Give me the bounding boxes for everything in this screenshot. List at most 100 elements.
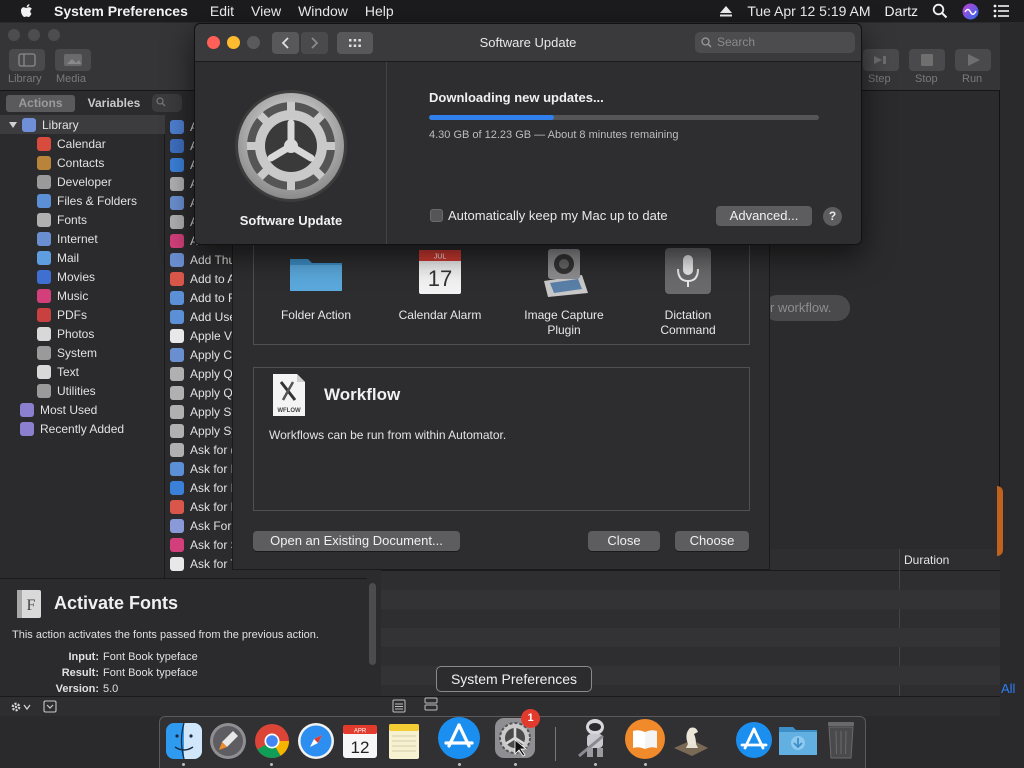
- library-category-row[interactable]: Calendar: [0, 134, 165, 153]
- app-store-icon[interactable]: [437, 716, 481, 760]
- calendar-icon[interactable]: APR 12: [341, 722, 379, 760]
- chess-icon[interactable]: [670, 718, 712, 760]
- library-category-row[interactable]: Music: [0, 286, 165, 305]
- automator-close-button[interactable]: [8, 29, 20, 41]
- notes-icon[interactable]: [385, 722, 423, 760]
- action-label: Apply Sy: [190, 423, 238, 438]
- media-button[interactable]: [55, 49, 91, 71]
- step-button[interactable]: [863, 49, 899, 71]
- workflow-graphic-edge: [997, 486, 1003, 556]
- notification-center-icon[interactable]: [993, 4, 1010, 18]
- finder-icon[interactable]: [165, 722, 203, 760]
- pane-name: Software Update: [239, 213, 343, 228]
- library-root-row[interactable]: Library: [0, 115, 165, 134]
- books-icon[interactable]: [624, 718, 666, 760]
- spotlight-icon[interactable]: [932, 3, 948, 19]
- search-placeholder: Search: [717, 35, 756, 49]
- library-category-row[interactable]: Fonts: [0, 210, 165, 229]
- duration-column-header[interactable]: Duration: [904, 553, 949, 567]
- trash-icon[interactable]: [824, 720, 858, 760]
- library-category-row[interactable]: Photos: [0, 324, 165, 343]
- description-toggle-icon[interactable]: [43, 700, 57, 713]
- app-store-folder-icon[interactable]: [734, 720, 774, 760]
- preferences-search-field[interactable]: Search: [695, 32, 855, 53]
- advanced-button[interactable]: Advanced...: [716, 206, 812, 226]
- template-calendar-alarm[interactable]: JUL 17 Calendar Alarm: [378, 245, 502, 345]
- open-existing-document-button[interactable]: Open an Existing Document...: [253, 531, 460, 551]
- choose-button[interactable]: Choose: [675, 531, 749, 551]
- menu-edit[interactable]: Edit: [210, 3, 234, 19]
- smart-group-row[interactable]: Most Used: [0, 400, 165, 419]
- dock-calendar-day: 12: [351, 738, 370, 757]
- library-category-row[interactable]: Internet: [0, 229, 165, 248]
- template-dictation-command[interactable]: Dictation Command: [626, 245, 750, 345]
- app-menu-system-preferences[interactable]: System Preferences: [54, 3, 188, 19]
- calendar-month: JUL: [434, 254, 447, 261]
- tab-variables[interactable]: Variables: [78, 95, 150, 112]
- library-category-row[interactable]: Utilities: [0, 381, 165, 400]
- menu-view[interactable]: View: [251, 3, 281, 19]
- tab-actions[interactable]: Actions: [6, 95, 75, 112]
- close-button[interactable]: Close: [588, 531, 660, 551]
- action-icon: [170, 366, 184, 381]
- apple-menu-icon[interactable]: [18, 2, 36, 20]
- library-search-field[interactable]: Na: [152, 94, 182, 112]
- library-category-row[interactable]: Contacts: [0, 153, 165, 172]
- eject-icon[interactable]: [719, 4, 733, 18]
- library-toggle-button[interactable]: [9, 49, 45, 71]
- action-result-row: Result: Font Book typeface: [0, 667, 198, 679]
- siri-icon[interactable]: [962, 3, 979, 20]
- play-icon: [968, 54, 980, 66]
- variables-view-icon[interactable]: [424, 697, 438, 711]
- stop-button[interactable]: [909, 49, 945, 71]
- workflow-hint-bubble: r workflow.: [764, 295, 850, 321]
- list-view-icon[interactable]: [392, 699, 406, 713]
- result-label: Result:: [61, 667, 99, 679]
- run-button[interactable]: [955, 49, 991, 71]
- template-grid: Folder Action JUL 17 Calendar Alarm Image…: [253, 245, 750, 345]
- menu-help[interactable]: Help: [365, 3, 394, 19]
- library-category-row[interactable]: Files & Folders: [0, 191, 165, 210]
- automator-minimize-button[interactable]: [28, 29, 40, 41]
- menubar-user[interactable]: Dartz: [885, 3, 918, 19]
- template-folder-action[interactable]: Folder Action: [254, 245, 378, 345]
- running-indicator: [644, 763, 647, 766]
- disclosure-triangle-icon[interactable]: [6, 120, 20, 130]
- action-icon: [170, 442, 184, 457]
- library-category-row[interactable]: Movies: [0, 267, 165, 286]
- search-icon: [156, 97, 166, 107]
- library-category-row[interactable]: System: [0, 343, 165, 362]
- action-label: Apply Q: [190, 366, 233, 381]
- action-label: Apple Ve: [190, 328, 239, 343]
- help-button[interactable]: ?: [823, 207, 842, 226]
- launchpad-icon[interactable]: [209, 722, 247, 760]
- library-category-row[interactable]: Mail: [0, 248, 165, 267]
- utilities-icon: [37, 383, 51, 398]
- library-category-row[interactable]: Developer: [0, 172, 165, 191]
- library-category-label: Files & Folders: [57, 193, 138, 208]
- gear-icon[interactable]: [9, 700, 31, 714]
- library-category-row[interactable]: PDFs: [0, 305, 165, 324]
- automator-icon[interactable]: [573, 716, 617, 760]
- library-category-label: Mail: [57, 250, 80, 265]
- template-label: Dictation Command: [660, 308, 716, 337]
- safari-icon[interactable]: [297, 722, 335, 760]
- downloads-folder-icon[interactable]: [777, 721, 819, 759]
- workflow-description: Workflows can be run from within Automat…: [269, 428, 507, 442]
- software-update-gear-icon: [235, 90, 347, 202]
- pane-scrollbar[interactable]: [369, 583, 376, 665]
- library-category-label: Fonts: [57, 212, 88, 227]
- menubar-clock[interactable]: Tue Apr 12 5:19 AM: [747, 3, 870, 19]
- template-image-capture-plugin[interactable]: Image Capture Plugin: [502, 245, 626, 345]
- auto-update-label[interactable]: Automatically keep my Mac up to date: [448, 208, 668, 223]
- action-icon: [170, 480, 184, 495]
- library-category-row[interactable]: Text: [0, 362, 165, 381]
- automator-zoom-button[interactable]: [48, 29, 60, 41]
- menu-window[interactable]: Window: [298, 3, 348, 19]
- chrome-icon[interactable]: [253, 722, 291, 760]
- auto-update-checkbox[interactable]: [430, 209, 443, 222]
- running-indicator: [514, 763, 517, 766]
- all-link[interactable]: All: [1001, 681, 1015, 696]
- smart-group-row[interactable]: Recently Added: [0, 419, 165, 438]
- action-icon: [170, 347, 184, 362]
